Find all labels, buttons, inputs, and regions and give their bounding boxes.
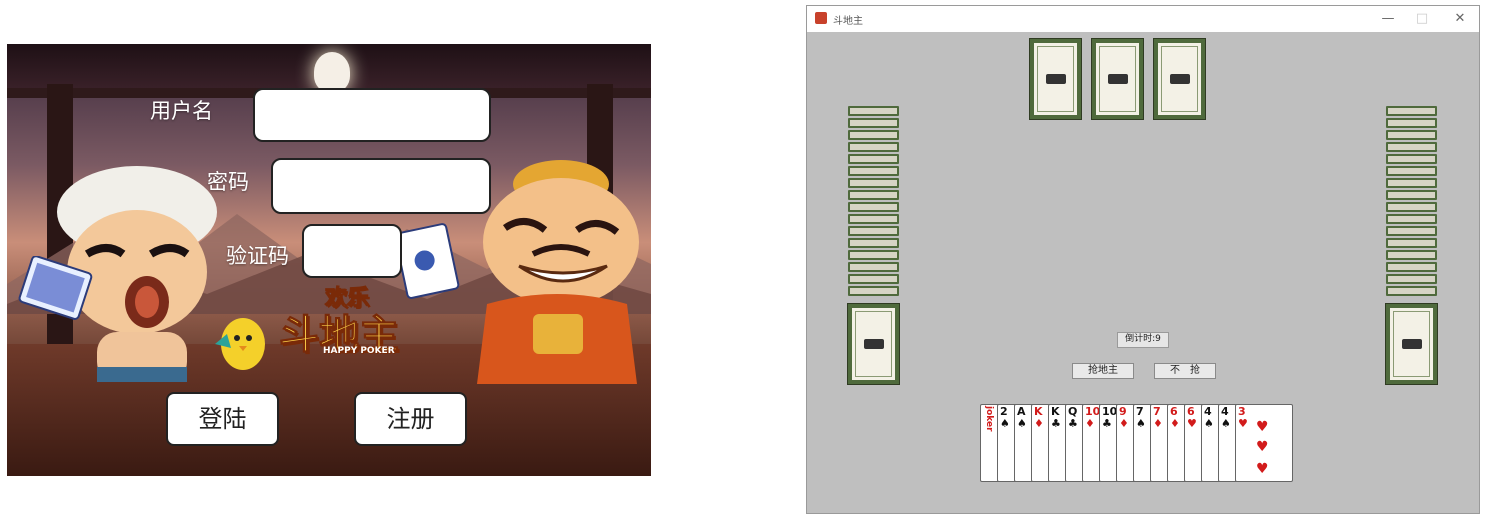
register-button[interactable]: 注册 <box>354 392 467 446</box>
landlord-card-3 <box>1153 38 1206 120</box>
stacked-card-edge <box>848 178 899 188</box>
close-button[interactable]: ✕ <box>1445 9 1475 29</box>
hand-card[interactable]: 3 ♥ ♥ ♥ ♥ <box>1235 404 1293 482</box>
stacked-card-edge <box>1386 130 1437 140</box>
stacked-card-edge <box>1386 118 1437 128</box>
stacked-card-edge <box>1386 166 1437 176</box>
app-icon <box>815 12 827 24</box>
card-suit-icon: ♥ <box>1187 417 1197 430</box>
card-suit-icon: ♣ <box>1051 417 1061 430</box>
minimize-button[interactable]: — <box>1373 9 1403 29</box>
card-suit-icon: ♠ <box>1221 417 1231 430</box>
stacked-card-edge <box>1386 142 1437 152</box>
username-input[interactable] <box>253 88 491 142</box>
stacked-card-edge <box>848 154 899 164</box>
password-input[interactable] <box>271 158 491 214</box>
card-suit-icon: ♠ <box>1136 417 1146 430</box>
maximize-button[interactable]: □ <box>1407 9 1437 29</box>
stacked-card-edge <box>1386 214 1437 224</box>
stacked-card-edge <box>1386 286 1437 296</box>
card-suit-icon: ♥ <box>1238 417 1248 430</box>
card-suit-icon: ♠ <box>1204 417 1214 430</box>
pass-button[interactable]: 不 抢 <box>1154 363 1216 379</box>
stacked-card-edge <box>848 214 899 224</box>
stacked-card-edge <box>848 166 899 176</box>
landlord-card-1 <box>1029 38 1082 120</box>
captcha-input[interactable] <box>302 224 402 278</box>
stacked-card-edge <box>1386 190 1437 200</box>
stacked-card-edge <box>1386 226 1437 236</box>
lantern <box>314 52 350 92</box>
stacked-card-edge <box>848 250 899 260</box>
stacked-card-edge <box>1386 238 1437 248</box>
card-suit-icon: ♣ <box>1102 417 1112 430</box>
card-suit-icon: ♦ <box>1153 417 1163 430</box>
card-emblem-icon <box>863 339 884 349</box>
card-rank: joker <box>984 406 994 432</box>
card-pip-icon: ♥ <box>1256 419 1269 435</box>
stacked-card-edge <box>848 238 899 248</box>
stacked-card-edge <box>848 274 899 284</box>
playing-card-right-illustration <box>395 223 460 299</box>
stacked-card-edge <box>848 190 899 200</box>
stacked-card-edge <box>848 286 899 296</box>
window-title: 斗地主 <box>833 16 863 27</box>
stacked-card-edge <box>1386 178 1437 188</box>
card-suit-icon: ♦ <box>1085 417 1095 430</box>
card-emblem-icon <box>1045 74 1066 84</box>
card-suit-icon: ♣ <box>1068 417 1078 430</box>
playing-cards-left-illustration <box>18 256 93 320</box>
stacked-card-edge <box>848 202 899 212</box>
player-hand: joker 2 ♠ A ♠ K ♦ K ♣ Q ♣ 10 ♦ 10 ♣ 9 ♦ 7 ♠ 7 ♦ 6 ♦ 6 ♥ 4 ♠ 4 ♠ 3 ♥ ♥ ♥ ♥ <box>980 404 1320 484</box>
game-window: 斗地主 — □ ✕ 倒计时:9 抢地主 不 抢 joker 2 ♠ A ♠ K ♦ K ♣ Q ♣ 1… <box>806 5 1480 514</box>
password-label: 密码 <box>207 170 249 194</box>
stacked-card-edge <box>848 142 899 152</box>
stacked-card-edge <box>1386 262 1437 272</box>
stacked-card-edge <box>848 262 899 272</box>
stacked-card-edge <box>1386 274 1437 284</box>
captcha-label: 验证码 <box>226 244 289 268</box>
login-button[interactable]: 登陆 <box>166 392 279 446</box>
right-opponent-top-card <box>1385 303 1438 385</box>
card-pip-icon: ♥ <box>1256 439 1269 455</box>
card-suit-icon: ♠ <box>1000 417 1010 430</box>
grab-landlord-button[interactable]: 抢地主 <box>1072 363 1134 379</box>
stacked-card-edge <box>1386 250 1437 260</box>
card-emblem-icon <box>1107 74 1128 84</box>
countdown-timer: 倒计时:9 <box>1117 332 1169 348</box>
card-pip-icon: ♥ <box>1256 461 1269 477</box>
card-suit-icon: ♦ <box>1034 417 1044 430</box>
card-suit-icon: ♠ <box>1017 417 1027 430</box>
stacked-card-edge <box>1386 106 1437 116</box>
chick-illustration <box>215 318 265 370</box>
stacked-card-edge <box>848 130 899 140</box>
card-suit-icon: ♦ <box>1119 417 1129 430</box>
card-emblem-icon <box>1169 74 1190 84</box>
stacked-card-edge <box>1386 202 1437 212</box>
stacked-card-edge <box>848 118 899 128</box>
card-suit-icon: ♦ <box>1170 417 1180 430</box>
username-label: 用户名 <box>150 99 213 123</box>
login-screen: 欢乐 斗地主 HAPPY POKER 用户名 密码 验证码 登陆 注册 <box>7 44 651 476</box>
logo-text-en: HAPPY POKER <box>323 346 395 356</box>
left-opponent-top-card <box>847 303 900 385</box>
stacked-card-edge <box>848 226 899 236</box>
stacked-card-edge <box>848 106 899 116</box>
title-bar: 斗地主 — □ ✕ <box>807 6 1479 32</box>
landlord-card-2 <box>1091 38 1144 120</box>
card-emblem-icon <box>1401 339 1422 349</box>
stacked-card-edge <box>1386 154 1437 164</box>
